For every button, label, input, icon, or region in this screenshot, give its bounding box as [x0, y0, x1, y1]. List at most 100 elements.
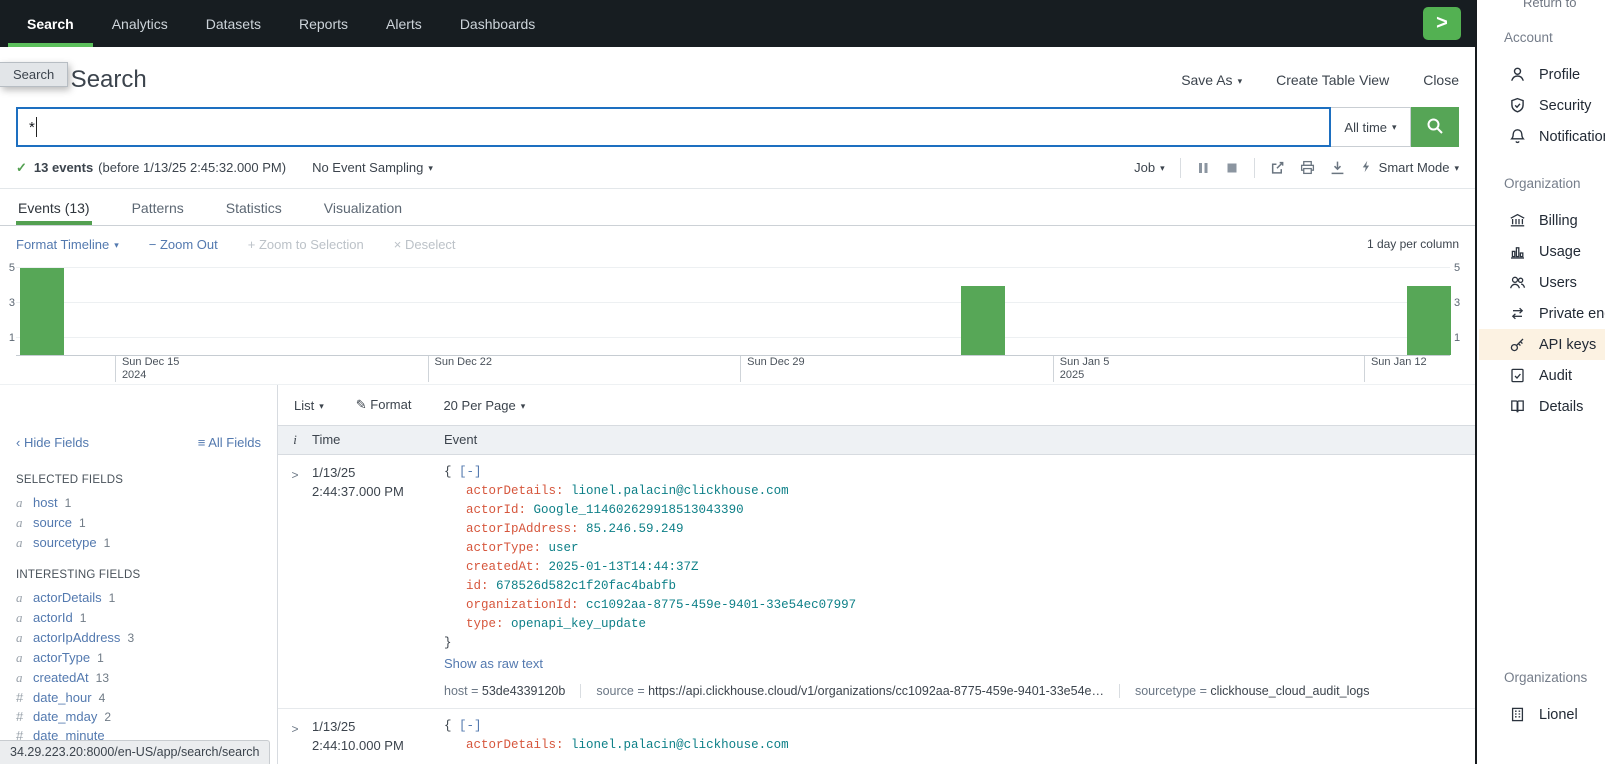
event-time-cell: 1/13/252:44:10.000 PM [312, 717, 444, 755]
json-field-actoripaddress: actorIpAddress: 85.246.59.249 [444, 520, 1459, 539]
event-time-cell: 1/13/252:44:37.000 PM [312, 463, 444, 698]
side-item-notifications[interactable]: Notifications [1479, 121, 1605, 152]
x-tick-label: Sun Dec 22 [435, 356, 492, 369]
timeline-bar[interactable] [961, 286, 1005, 355]
field-row-host: ahost1 [0, 493, 277, 513]
create-table-view-button[interactable]: Create Table View [1276, 72, 1389, 88]
side-item-users[interactable]: Users [1479, 267, 1605, 298]
zoom-out-button[interactable]: Zoom Out [149, 237, 218, 252]
json-collapse-toggle[interactable]: [-] [459, 719, 482, 733]
json-key: actorDetails: [466, 738, 564, 752]
share-icon[interactable] [1270, 160, 1285, 175]
nav-item-datasets[interactable]: Datasets [187, 0, 280, 47]
billing-icon [1509, 212, 1526, 229]
side-item-api-keys[interactable]: API keys [1479, 329, 1605, 360]
json-collapse-toggle[interactable]: [-] [459, 465, 482, 479]
side-item-label: Lionel [1539, 707, 1578, 723]
expand-event-chevron-icon[interactable] [291, 720, 298, 737]
json-value: 85.246.59.249 [586, 522, 684, 536]
side-item-audit[interactable]: Audit [1479, 360, 1605, 391]
close-button[interactable]: Close [1423, 72, 1459, 88]
side-item-profile[interactable]: Profile [1479, 59, 1605, 90]
search-bar: * All time [16, 107, 1459, 147]
print-icon[interactable] [1300, 160, 1315, 175]
field-name-link[interactable]: sourcetype [33, 535, 97, 550]
search-input[interactable]: * [16, 107, 1331, 147]
field-name-link[interactable]: createdAt [33, 670, 89, 685]
tab-patterns[interactable]: Patterns [130, 189, 186, 225]
title-actions: Save As Create Table View Close [1181, 72, 1459, 88]
event-meta-sourcetype[interactable]: sourcetype = clickhouse_cloud_audit_logs [1119, 684, 1370, 698]
event-meta-source[interactable]: source = https://api.clickhouse.cloud/v1… [580, 684, 1104, 698]
meta-field-value: clickhouse_cloud_audit_logs [1210, 684, 1369, 698]
json-field-createdat: createdAt: 2025-01-13T14:44:37Z [444, 558, 1459, 577]
json-value: lionel.palacin@clickhouse.com [571, 738, 789, 752]
field-count: 1 [79, 516, 86, 530]
side-item-label: Profile [1539, 67, 1580, 83]
all-fields-button[interactable]: All Fields [198, 435, 261, 450]
field-name-link[interactable]: host [33, 495, 58, 510]
time-range-picker[interactable]: All time [1331, 107, 1411, 147]
text-cursor [36, 117, 37, 137]
smart-mode-dropdown[interactable]: Smart Mode [1360, 160, 1459, 176]
field-name-link[interactable]: date_mday [33, 709, 97, 724]
fields-sidebar-header: Hide Fields All Fields [0, 425, 277, 458]
show-raw-text-link[interactable]: Show as raw text [444, 656, 543, 671]
event-sampling-dropdown[interactable]: No Event Sampling [312, 160, 433, 175]
nav-item-analytics[interactable]: Analytics [93, 0, 187, 47]
field-name-link[interactable]: date_hour [33, 690, 92, 705]
field-name-link[interactable]: actorType [33, 650, 90, 665]
pause-icon[interactable] [1196, 161, 1210, 175]
private-endpoints-icon [1509, 305, 1526, 322]
job-menu-button[interactable]: Job [1134, 160, 1165, 175]
event-meta-host[interactable]: host = 53de4339120b [444, 684, 565, 698]
side-item-private-endpoints[interactable]: Private endpoints [1479, 298, 1605, 329]
field-type-icon: # [16, 690, 26, 705]
field-count: 1 [80, 611, 87, 625]
side-item-details[interactable]: Details [1479, 391, 1605, 422]
field-type-icon: a [16, 610, 26, 626]
search-button[interactable] [1411, 107, 1459, 147]
field-name-link[interactable]: actorDetails [33, 590, 102, 605]
field-name-link[interactable]: actorId [33, 610, 73, 625]
list-view-dropdown[interactable]: List [294, 398, 324, 413]
nav-item-alerts[interactable]: Alerts [367, 0, 441, 47]
json-key: type: [466, 617, 504, 631]
side-item-usage[interactable]: Usage [1479, 236, 1605, 267]
tab-statistics[interactable]: Statistics [224, 189, 284, 225]
profile-icon [1509, 66, 1526, 83]
timeline-bar[interactable] [20, 268, 64, 355]
return-to-link[interactable]: Return to [1523, 0, 1576, 10]
field-count: 1 [65, 496, 72, 510]
side-item-billing[interactable]: Billing [1479, 205, 1605, 236]
per-page-dropdown[interactable]: 20 Per Page [443, 398, 525, 413]
side-item-security[interactable]: Security [1479, 90, 1605, 121]
event-time: 2:44:10.000 PM [312, 736, 444, 755]
export-download-icon[interactable] [1330, 160, 1345, 175]
side-item-label: Security [1539, 98, 1591, 114]
splunk-logo-icon[interactable]: > [1423, 7, 1461, 40]
format-results-button[interactable]: Format [356, 397, 412, 413]
events-count: 13 events [34, 160, 93, 175]
side-item-lionel[interactable]: Lionel [1479, 699, 1605, 730]
field-row-actoripaddress: aactorIpAddress3 [0, 628, 277, 648]
y-axis-label-left: 1 [1, 332, 15, 344]
usage-icon [1509, 243, 1526, 260]
save-as-button[interactable]: Save As [1181, 72, 1242, 88]
json-open-line: { [-] [444, 717, 1459, 736]
hide-fields-button[interactable]: Hide Fields [16, 435, 89, 450]
nav-item-search[interactable]: Search [8, 0, 93, 47]
x-axis-tick: Sun Jan 52025 [1053, 356, 1110, 382]
format-timeline-dropdown[interactable]: Format Timeline [16, 237, 119, 252]
expand-event-chevron-icon[interactable] [291, 466, 298, 483]
field-name-link[interactable]: source [33, 515, 72, 530]
nav-item-dashboards[interactable]: Dashboards [441, 0, 555, 47]
stop-icon[interactable] [1225, 161, 1239, 175]
nav-item-reports[interactable]: Reports [280, 0, 367, 47]
audit-icon [1509, 367, 1526, 384]
field-name-link[interactable]: actorIpAddress [33, 630, 120, 645]
field-row-actortype: aactorType1 [0, 648, 277, 668]
tab-visualization[interactable]: Visualization [322, 189, 404, 225]
timeline-bar[interactable] [1407, 286, 1451, 355]
tab-events-13[interactable]: Events (13) [16, 189, 92, 225]
